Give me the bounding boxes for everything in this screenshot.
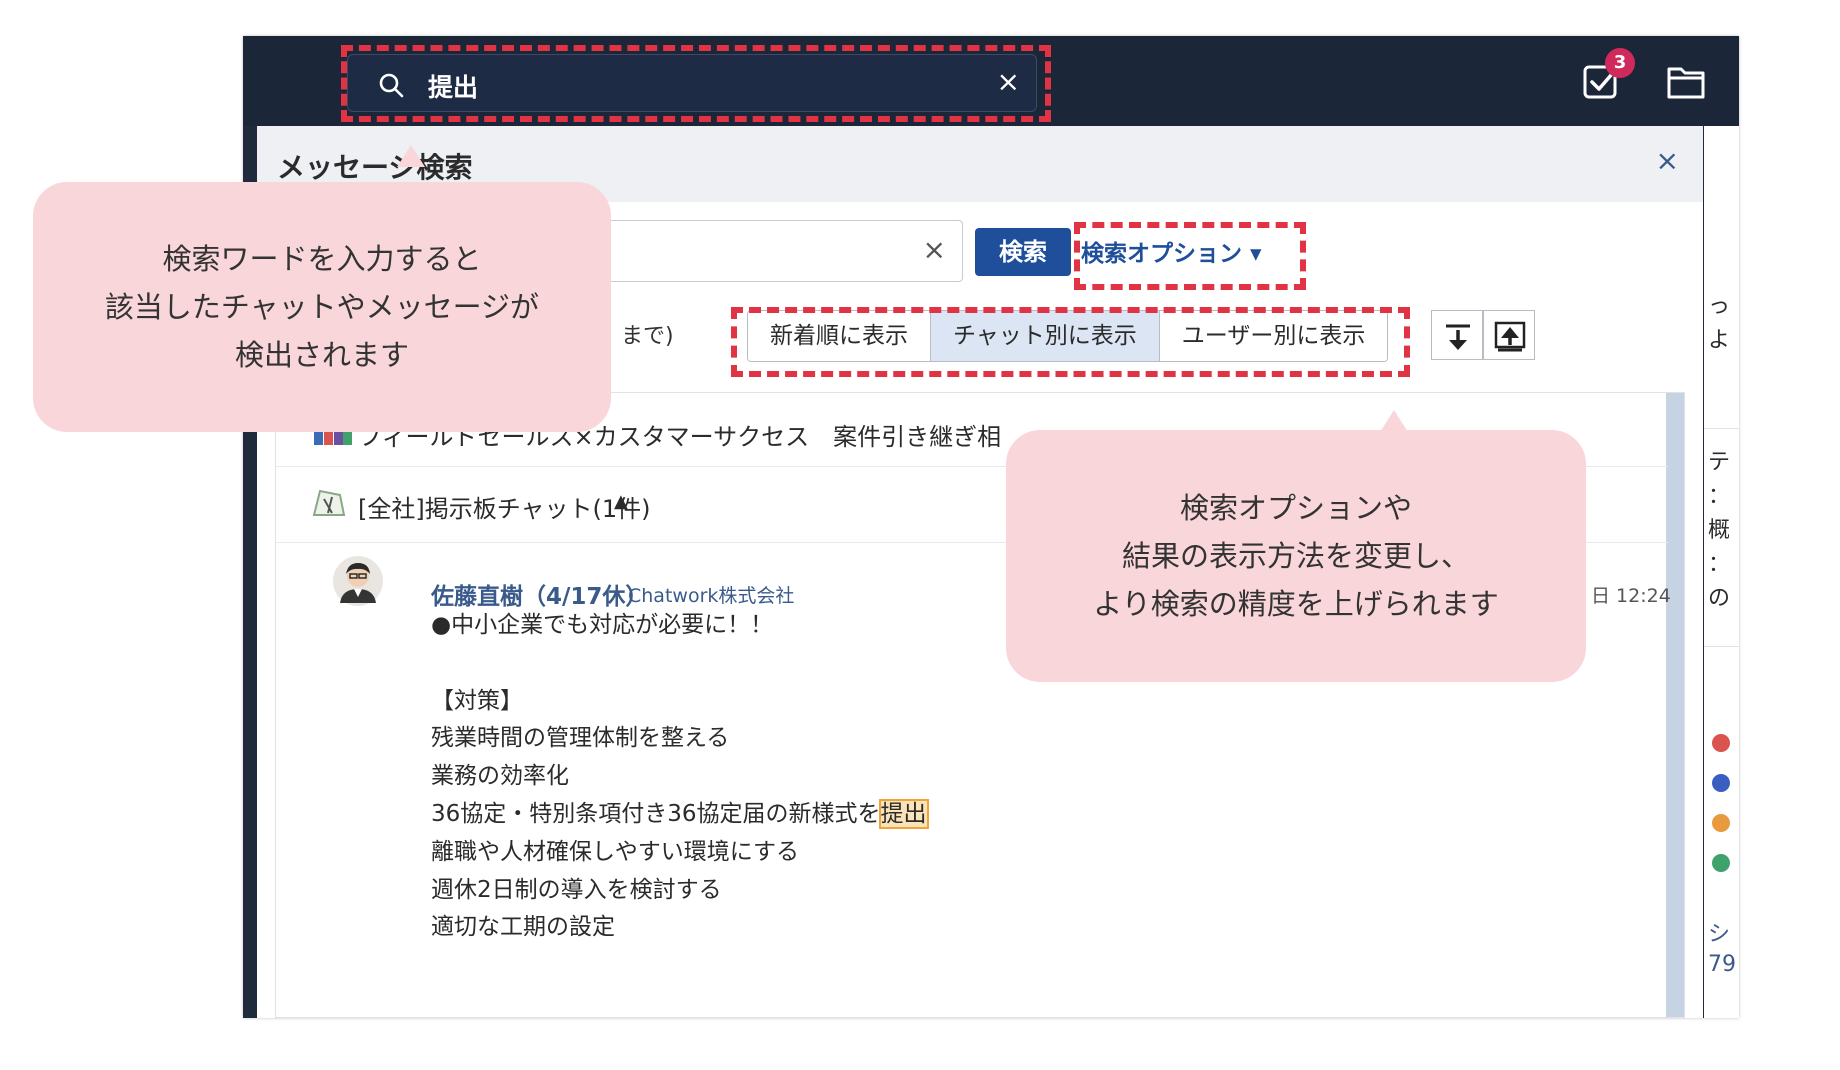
peek-text: ： [1708, 552, 1731, 577]
folder-icon[interactable] [1666, 64, 1706, 100]
message-body: ●中小企業でも対応が必要に！！ 【対策】 残業時間の管理体制を整える 業務の効率… [431, 607, 929, 947]
divider [1704, 428, 1739, 429]
search-button[interactable]: 検索 [975, 228, 1071, 276]
sender-company: Chatwork株式会社 [628, 585, 795, 607]
peek-text: テ [1708, 450, 1731, 475]
expand-all-icon [1446, 324, 1470, 350]
callout-pointer [1380, 410, 1408, 432]
annotation-highlight-search [341, 45, 1051, 122]
clear-icon[interactable]: × [923, 233, 946, 266]
collapse-toggle-icon[interactable]: ▲ [614, 491, 628, 512]
peek-text: の [1708, 586, 1731, 611]
collapse-all-icon [1494, 321, 1526, 352]
chat-name: [全社]掲示板チャット(1件) [358, 495, 651, 523]
collapse-all-button[interactable] [1483, 310, 1535, 360]
peek-text: 79 [1708, 952, 1736, 977]
avatar [1712, 854, 1730, 872]
annotation-highlight-options [1074, 222, 1306, 290]
search-highlight: 提出 [878, 798, 929, 829]
peek-text: ： [1708, 484, 1731, 509]
annotation-highlight-view-modes [731, 307, 1410, 377]
peek-text: シ [1708, 922, 1731, 947]
callout-left: 検索ワードを入力すると 該当したチャットやメッセージが 検出されます [33, 182, 611, 432]
callout-right: 検索オプションや 結果の表示方法を変更し、 より検索の精度を上げられます [1006, 430, 1586, 682]
expand-all-button[interactable] [1431, 310, 1483, 360]
avatar [1712, 814, 1730, 832]
bulletin-board-icon [312, 489, 346, 516]
close-icon[interactable]: × [1656, 144, 1679, 177]
avatar [333, 556, 383, 606]
peek-text: っ [1708, 294, 1731, 319]
task-badge: 3 [1605, 48, 1635, 78]
scrollbar[interactable] [1666, 393, 1684, 1017]
divider [1704, 646, 1739, 647]
avatar [1712, 734, 1730, 752]
message-text: ●中小企業でも対応が必要に！！ 【対策】 残業時間の管理体制を整える 業務の効率… [431, 612, 881, 827]
background-chat-peek: っ よ テ ： 概 ： の シ 79 [1704, 126, 1739, 1018]
message-timestamp: 日 12:24 [1591, 585, 1671, 607]
sender-name[interactable]: 佐藤直樹（4/17休） [431, 577, 648, 611]
peek-text: 概 [1708, 518, 1731, 543]
dialog-title: メッセージ検索 [277, 151, 473, 184]
peek-text: よ [1708, 328, 1731, 353]
date-range-text: まで) [621, 324, 674, 349]
callout-pointer [397, 145, 425, 167]
message-text: 離職や人材確保しやすい環境にする 週休2日制の導入を検討する 適切な工期の設定 [431, 838, 799, 941]
avatar [1712, 774, 1730, 792]
